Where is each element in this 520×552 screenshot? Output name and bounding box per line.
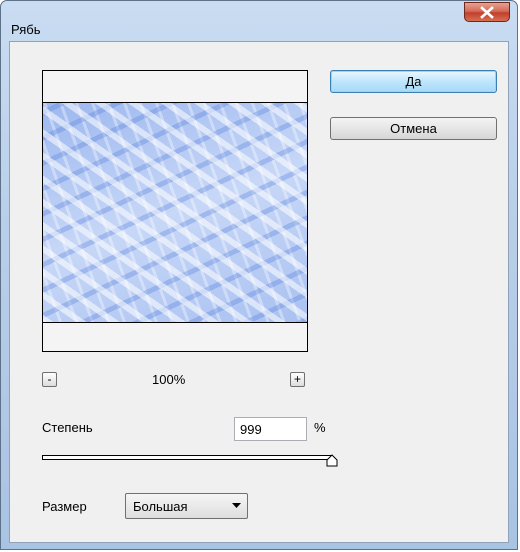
size-select[interactable]: Большая xyxy=(125,493,248,519)
zoom-out-button[interactable]: - xyxy=(42,372,57,387)
close-icon xyxy=(480,6,494,19)
dialog-client-area: - 100% + Да Отмена Степень % Размер Боль… xyxy=(9,41,509,543)
chevron-down-icon xyxy=(232,503,241,508)
zoom-level: 100% xyxy=(152,372,186,387)
zoom-in-button[interactable]: + xyxy=(290,372,305,387)
size-label: Размер xyxy=(42,499,87,514)
preview-panel[interactable] xyxy=(42,70,308,352)
amount-input[interactable] xyxy=(234,417,307,441)
amount-unit: % xyxy=(314,420,326,435)
ok-button[interactable]: Да xyxy=(330,70,497,93)
close-button[interactable] xyxy=(464,2,510,22)
cancel-button[interactable]: Отмена xyxy=(330,117,497,140)
dialog-window: Рябь - 100% + Да Отмена Степень % Размер… xyxy=(0,0,518,550)
title-bar[interactable]: Рябь xyxy=(1,1,517,37)
size-select-value: Большая xyxy=(133,499,188,514)
amount-slider-thumb[interactable] xyxy=(326,454,338,467)
preview-image[interactable] xyxy=(43,102,307,323)
window-title: Рябь xyxy=(11,22,41,37)
amount-label: Степень xyxy=(42,420,93,435)
amount-slider-track[interactable] xyxy=(42,455,332,460)
